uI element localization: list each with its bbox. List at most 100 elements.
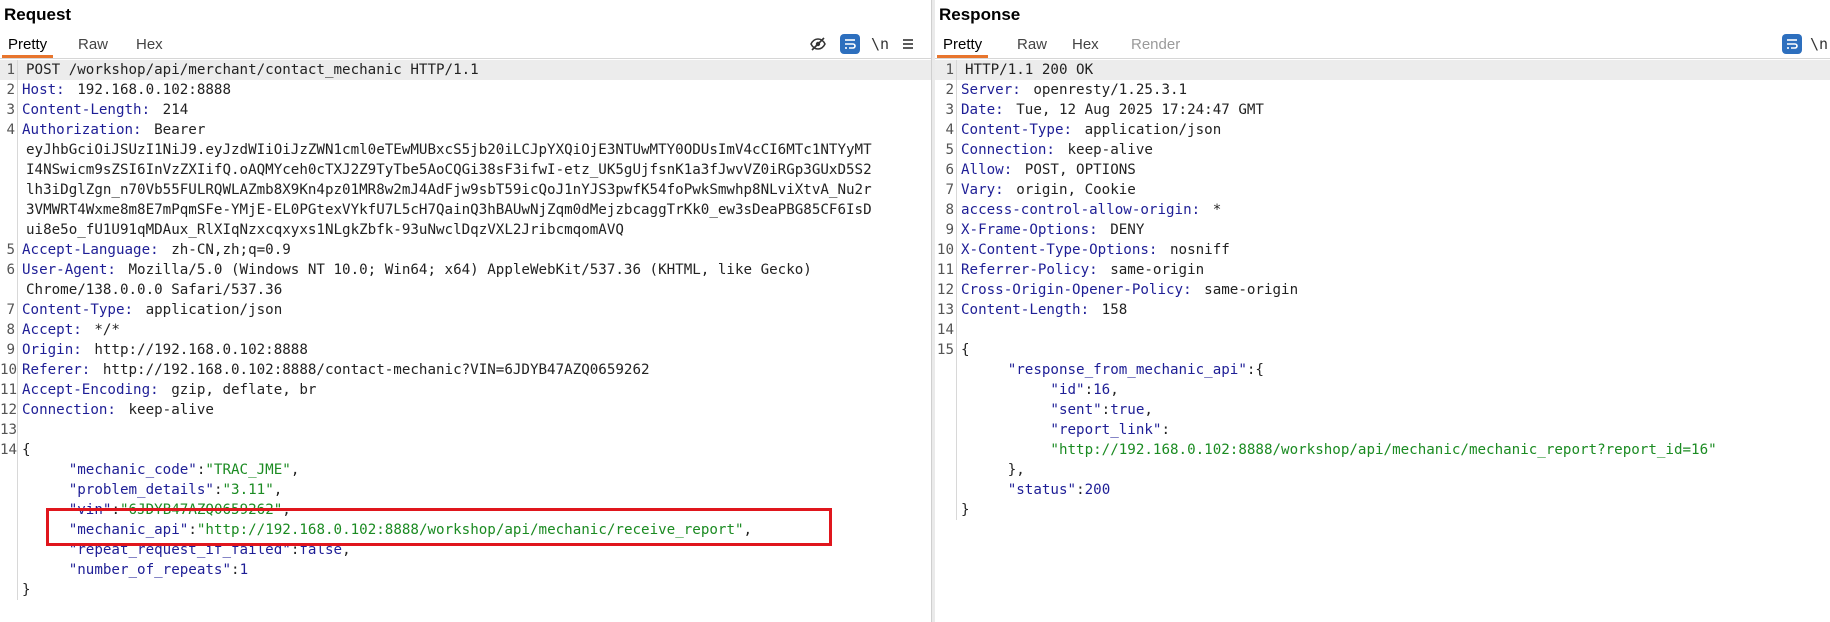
tab-request-hex[interactable]: Hex bbox=[130, 36, 169, 57]
code-line: "status":200 bbox=[935, 480, 1830, 500]
line-content: lh3iDglZgn_n70Vb55FULRQWLAZmb8X9Kn4pz01M… bbox=[18, 180, 872, 200]
code-token: Referer: bbox=[22, 362, 91, 378]
line-number: 11 bbox=[935, 260, 957, 280]
code-token: Bearer bbox=[145, 122, 206, 138]
newline-toggle[interactable]: \n bbox=[870, 34, 890, 54]
line-number: 2 bbox=[935, 80, 957, 100]
tab-response-render[interactable]: Render bbox=[1125, 36, 1186, 57]
line-number: 8 bbox=[0, 320, 18, 340]
line-content: "sent":true, bbox=[957, 400, 1153, 420]
line-number bbox=[935, 460, 957, 480]
code-token: 158 bbox=[1093, 302, 1128, 318]
code-token: :{ bbox=[1246, 362, 1264, 378]
request-title: Request bbox=[4, 5, 72, 24]
code-token: application/json bbox=[137, 302, 283, 318]
code-token: : bbox=[1076, 482, 1085, 498]
menu-icon[interactable] bbox=[898, 34, 918, 54]
code-line: 12 Cross-Origin-Opener-Policy: same-origi… bbox=[935, 280, 1830, 300]
code-line: "response_from_mechanic_api":{ bbox=[935, 360, 1830, 380]
code-line: 15{ bbox=[935, 340, 1830, 360]
code-line: } bbox=[0, 580, 931, 600]
code-line: "problem_details":"3.11", bbox=[0, 480, 931, 500]
code-token: "sent" bbox=[1050, 402, 1102, 418]
code-token: http://192.168.0.102:8888 bbox=[85, 342, 308, 358]
response-pane: Response Pretty Raw Hex Render \n 1 HTTP/… bbox=[935, 0, 1830, 622]
line-number: 12 bbox=[935, 280, 957, 300]
code-token: Chrome/138.0.0.0 Safari/537.36 bbox=[26, 282, 283, 298]
code-line: "vin":"6JDYB47AZQ0659262", bbox=[0, 500, 931, 520]
wrap-lines-icon[interactable] bbox=[1782, 34, 1802, 54]
code-token: : bbox=[1161, 422, 1171, 438]
line-number: 5 bbox=[935, 140, 957, 160]
code-token: access-control-allow-origin: bbox=[961, 202, 1201, 218]
code-token: X-Content-Type-Options: bbox=[961, 242, 1158, 258]
tab-response-hex[interactable]: Hex bbox=[1066, 36, 1105, 57]
line-content: "http://192.168.0.102:8888/workshop/api/… bbox=[957, 440, 1717, 460]
line-content bbox=[18, 420, 22, 440]
line-content: "response_from_mechanic_api":{ bbox=[957, 360, 1264, 380]
line-number: 1 bbox=[935, 60, 957, 80]
line-number bbox=[0, 580, 18, 600]
code-token: : bbox=[1084, 382, 1094, 398]
code-line: "mechanic_code":"TRAC_JME", bbox=[0, 460, 931, 480]
code-token: lh3iDglZgn_n70Vb55FULRQWLAZmb8X9Kn4pz01M… bbox=[26, 182, 872, 198]
code-line: "number_of_repeats":1 bbox=[0, 560, 931, 580]
code-token: { bbox=[22, 442, 31, 458]
code-token: openresty/1.25.3.1 bbox=[1024, 82, 1188, 98]
tab-response-pretty[interactable]: Pretty bbox=[937, 36, 989, 58]
code-token: POST, OPTIONS bbox=[1016, 162, 1136, 178]
code-line: 1 POST /workshop/api/merchant/contact_mec… bbox=[0, 60, 931, 80]
line-number bbox=[0, 220, 18, 240]
line-number: 10 bbox=[935, 240, 957, 260]
code-token: , bbox=[1144, 402, 1153, 418]
tab-response-raw[interactable]: Raw bbox=[1011, 36, 1053, 57]
line-content: Content-Type: application/json bbox=[18, 300, 282, 320]
code-line: "mechanic_api":"http://192.168.0.102:888… bbox=[0, 520, 931, 540]
code-token: HTTP/1.1 200 OK bbox=[965, 62, 1094, 78]
code-token: "vin" bbox=[68, 502, 112, 518]
code-token: false bbox=[299, 542, 343, 558]
code-token: : bbox=[231, 562, 240, 578]
line-number bbox=[935, 400, 957, 420]
line-content bbox=[957, 320, 961, 340]
code-token: "mechanic_code" bbox=[68, 462, 197, 478]
code-token: , bbox=[290, 462, 300, 478]
response-editor[interactable]: 1 HTTP/1.1 200 OK 2 Server: openresty/1.25.… bbox=[935, 60, 1830, 622]
request-editor[interactable]: 1 POST /workshop/api/merchant/contact_mec… bbox=[0, 60, 931, 622]
code-token: 16 bbox=[1093, 382, 1111, 398]
line-number: 9 bbox=[0, 340, 18, 360]
line-content: "problem_details":"3.11", bbox=[18, 480, 283, 500]
line-content: } bbox=[957, 500, 970, 520]
wrap-lines-icon[interactable] bbox=[840, 34, 860, 54]
line-content: Content-Length: 158 bbox=[957, 300, 1127, 320]
code-line: 6 Allow: POST, OPTIONS bbox=[935, 160, 1830, 180]
line-number bbox=[935, 380, 957, 400]
line-number: 12 bbox=[0, 400, 18, 420]
code-token: Accept-Encoding: bbox=[22, 382, 159, 398]
code-token: "http://192.168.0.102:8888/workshop/api/… bbox=[1050, 442, 1717, 458]
line-content: Accept: */* bbox=[18, 320, 120, 340]
hide-nonprinting-icon[interactable] bbox=[808, 34, 828, 54]
code-token: POST /workshop/api/merchant/contact_mech… bbox=[26, 62, 479, 78]
tab-request-pretty[interactable]: Pretty bbox=[2, 36, 54, 58]
line-content: }, bbox=[957, 460, 1025, 480]
line-number: 14 bbox=[935, 320, 957, 340]
line-number bbox=[0, 160, 18, 180]
newline-toggle[interactable]: \n bbox=[1809, 34, 1829, 54]
code-token: Cross-Origin-Opener-Policy: bbox=[961, 282, 1192, 298]
line-content: I4NSwicm9sZSI6InVzZXIifQ.oAQMYceh0cTXJ2Z… bbox=[18, 160, 872, 180]
code-token: Server: bbox=[961, 82, 1021, 98]
code-line: 4 Content-Type: application/json bbox=[935, 120, 1830, 140]
line-number bbox=[935, 420, 957, 440]
code-line: 13 bbox=[0, 420, 931, 440]
code-line: "id":16, bbox=[935, 380, 1830, 400]
code-line: 3VMWRT4Wxme8m8E7mPqmSFe-YMjE-EL0PGtexVYk… bbox=[0, 200, 931, 220]
tab-request-raw[interactable]: Raw bbox=[72, 36, 114, 57]
code-token: DENY bbox=[1101, 222, 1145, 238]
code-line: I4NSwicm9sZSI6InVzZXIifQ.oAQMYceh0cTXJ2Z… bbox=[0, 160, 931, 180]
code-token: zh-CN,zh;q=0.9 bbox=[162, 242, 291, 258]
line-content: X-Content-Type-Options: nosniff bbox=[957, 240, 1230, 260]
code-token: } bbox=[22, 582, 31, 598]
